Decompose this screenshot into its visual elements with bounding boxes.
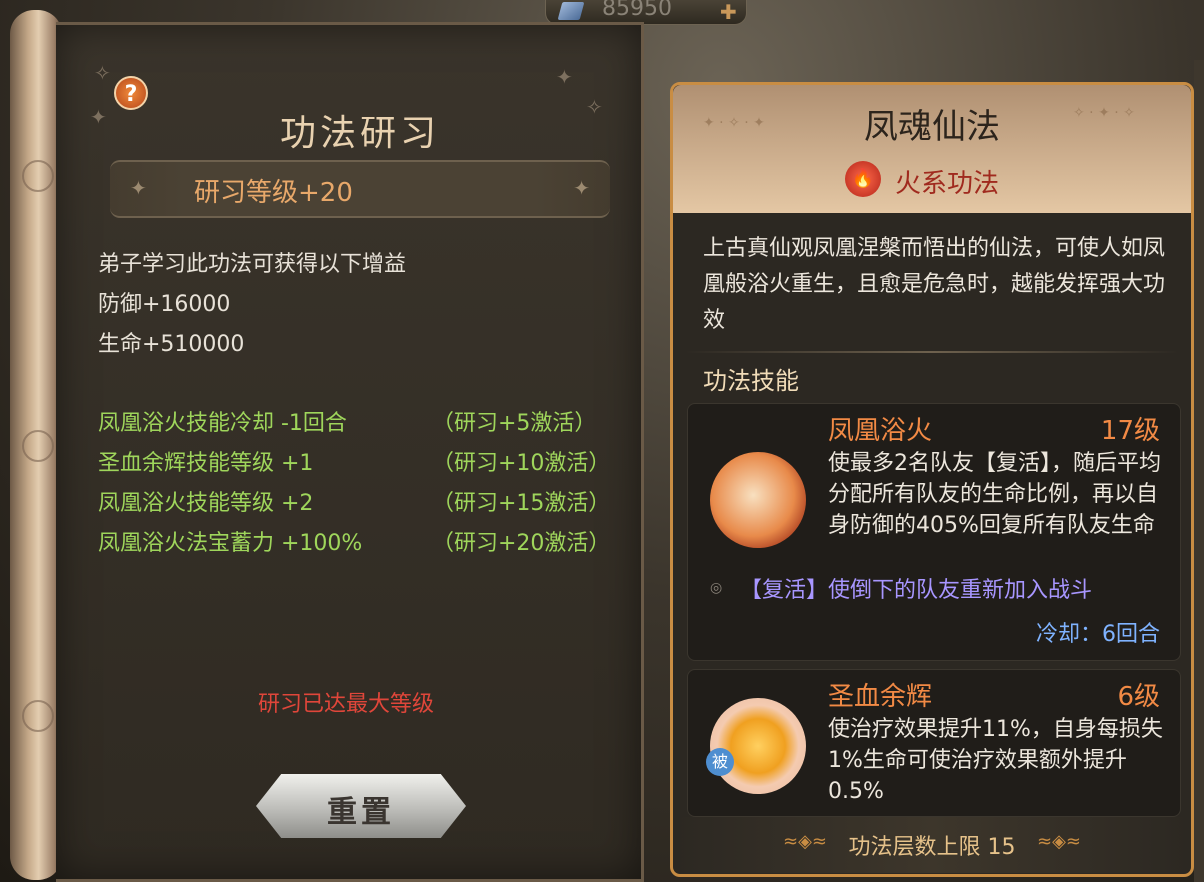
skill-level: 17级 — [1100, 416, 1160, 446]
ornament-icon: ≈◈≈ — [1036, 831, 1081, 852]
skill-card[interactable]: 凤凰浴火 17级 使最多2名队友【复活】，随后平均分配所有队友的生命比例，再以自… — [687, 403, 1181, 661]
bonus-effect: 圣血余辉技能等级 +1 — [98, 451, 314, 476]
skill-note: 【复活】使倒下的队友重新加入战斗 — [740, 578, 1093, 603]
ornament-icon: ✦ — [130, 176, 147, 200]
technique-panel: ✦ · ✧ · ✦ ✧ · ✦ · ✧ 凤魂仙法 🔥 火系功法 上古真仙观凤凰涅… — [670, 82, 1194, 877]
bonus-condition: （研习+15激活） — [432, 491, 611, 516]
fire-element-icon: 🔥 — [845, 161, 881, 197]
bonus-condition: （研习+10激活） — [432, 451, 611, 476]
skill-description: 使治疗效果提升11%，自身每损失1%生命可使治疗效果额外提升0.5% — [828, 717, 1163, 804]
scroll-ornament-icon — [22, 700, 54, 732]
level-banner: ✦ 研习等级+20 ✦ — [110, 160, 610, 218]
page-title: 功法研习 — [279, 113, 440, 154]
skill-cooldown: 冷却：6回合 — [1036, 622, 1160, 647]
skill-card[interactable]: 被 圣血余辉 6级 使治疗效果提升11%，自身每损失1%生命可使治疗效果额外提升… — [687, 669, 1181, 817]
stat-health: 生命+510000 — [98, 332, 245, 357]
layer-limit-bar: ≈◈≈ 功法层数上限 15 ≈◈≈ — [673, 817, 1191, 873]
currency-amount: 85950 — [602, 0, 672, 21]
section-title: 功法技能 — [703, 367, 799, 395]
add-currency-icon[interactable]: ✚ — [720, 0, 737, 24]
bonus-effect: 凤凰浴火技能等级 +2 — [98, 491, 314, 516]
ornament-icon: ✦ — [573, 176, 590, 200]
technique-title: 凤魂仙法 — [864, 107, 1000, 147]
layer-limit: 功法层数上限 15 — [848, 835, 1016, 860]
bonus-condition: （研习+5激活） — [432, 411, 597, 436]
element-label: 火系功法 — [895, 169, 1000, 199]
scroll-ornament-icon — [22, 430, 54, 462]
skill-level: 6级 — [1117, 682, 1160, 712]
sparkle-icon: ✦ — [556, 65, 573, 89]
technique-description: 上古真仙观凤凰涅槃而悟出的仙法，可使人如凤凰般浴火重生，且愈是危急时，越能发挥强… — [703, 236, 1166, 333]
research-level: 研习等级+20 — [194, 178, 353, 208]
sparkle-icon: ✧ — [94, 61, 111, 85]
stat-defense: 防御+16000 — [98, 292, 231, 317]
bonus-effect: 凤凰浴火法宝蓄力 +100% — [98, 531, 363, 556]
info-icon: ◎ — [710, 580, 723, 596]
right-edge-decor — [1194, 60, 1204, 882]
blood-drop-skill-icon — [710, 698, 806, 794]
max-level-notice: 研习已达最大等级 — [258, 692, 435, 717]
reset-button-label: 重置 — [327, 795, 395, 830]
skill-name: 圣血余辉 — [828, 682, 933, 712]
scroll-ornament-icon — [22, 160, 54, 192]
skill-name: 凤凰浴火 — [828, 416, 933, 446]
bonus-effect: 凤凰浴火技能冷却 -1回合 — [98, 411, 347, 436]
divider — [685, 351, 1179, 353]
skill-description: 使最多2名队友【复活】，随后平均分配所有队友的生命比例，再以自身防御的405%回… — [828, 451, 1161, 538]
technique-header: ✦ · ✧ · ✦ ✧ · ✦ · ✧ 凤魂仙法 🔥 火系功法 — [673, 85, 1191, 213]
bonus-intro: 弟子学习此功法可获得以下增益 — [98, 252, 407, 277]
reset-button[interactable]: 重置 — [256, 774, 466, 838]
phoenix-skill-icon — [710, 452, 806, 548]
currency-icon — [557, 2, 585, 20]
passive-badge: 被 — [706, 748, 734, 776]
bonus-condition: （研习+20激活） — [432, 531, 611, 556]
